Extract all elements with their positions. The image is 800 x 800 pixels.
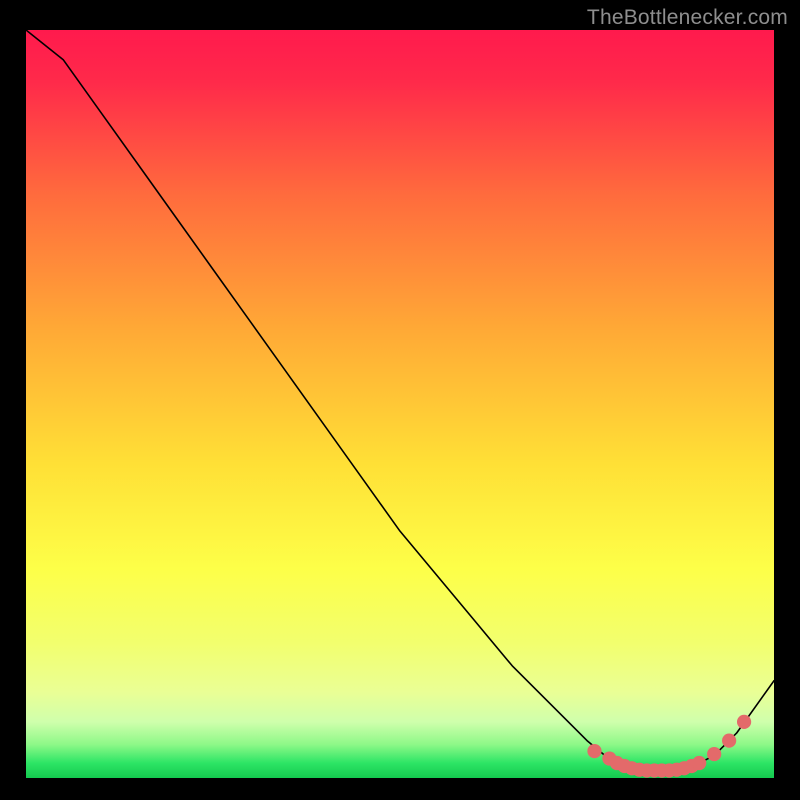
marker-dot: [587, 744, 601, 758]
marker-dot: [722, 733, 736, 747]
chart-container: TheBottlenecker.com: [0, 0, 800, 800]
gradient-background: [26, 30, 774, 778]
bottleneck-chart: [26, 30, 774, 778]
attribution-label: TheBottlenecker.com: [587, 6, 788, 30]
marker-dot: [692, 756, 706, 770]
marker-dot: [707, 747, 721, 761]
marker-dot: [737, 715, 751, 729]
